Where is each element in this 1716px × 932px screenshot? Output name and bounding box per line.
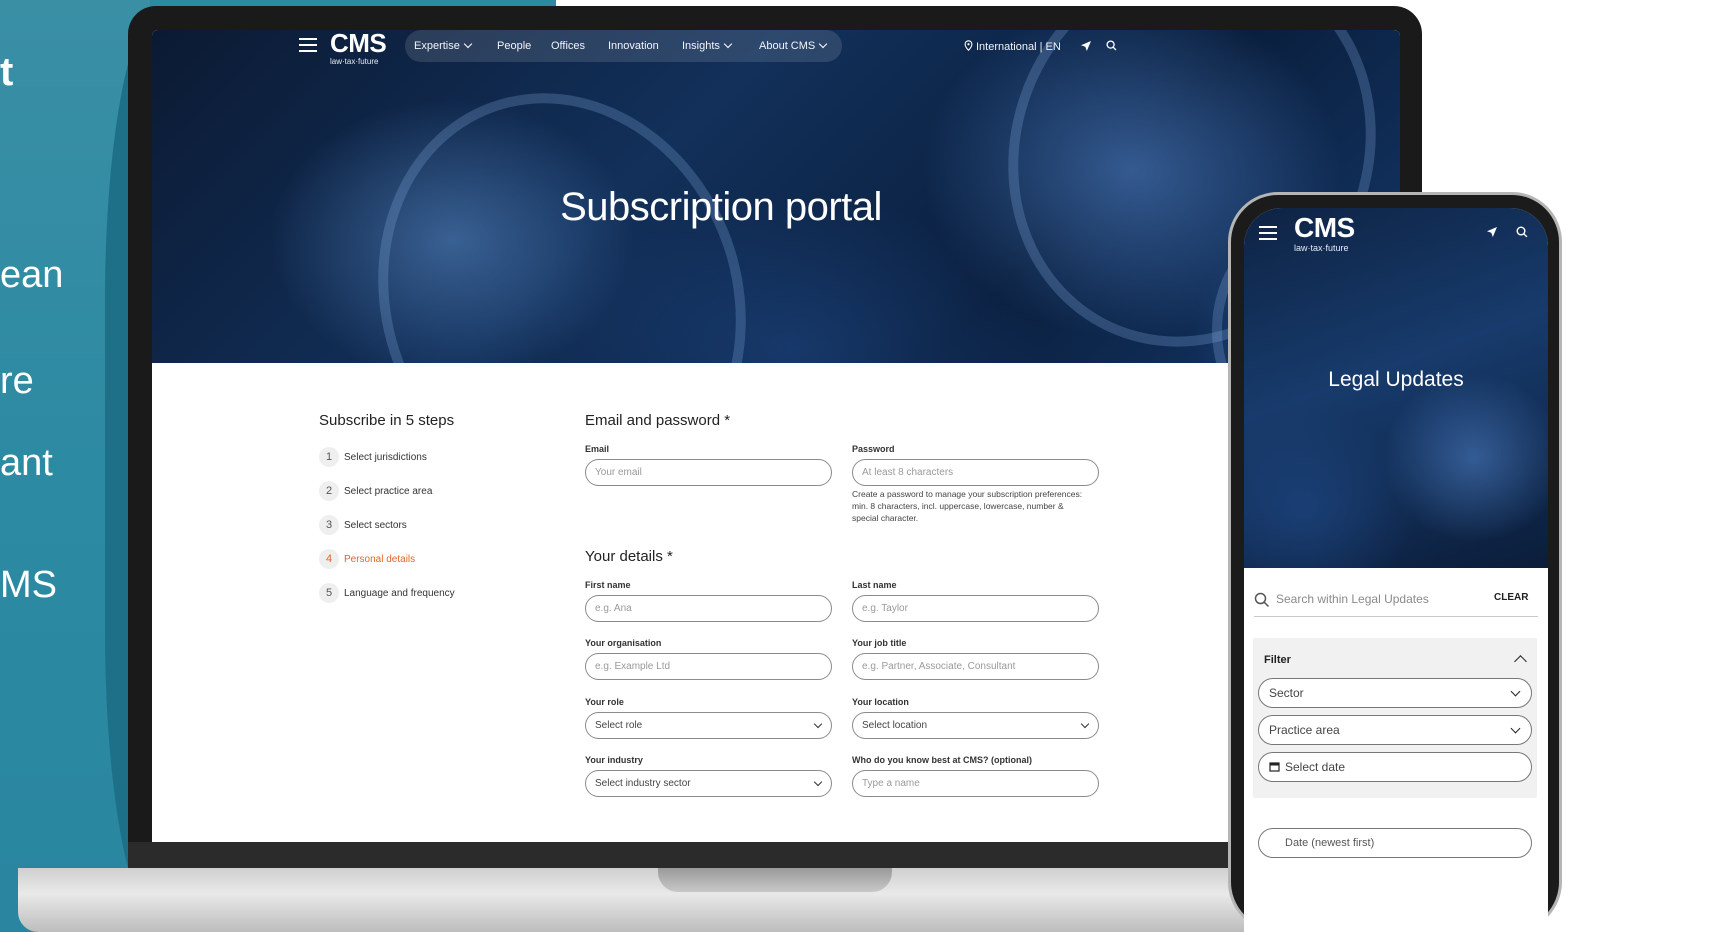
search-icon[interactable] [1106,40,1117,51]
password-field[interactable]: At least 8 characters [852,459,1099,486]
nav-item-insights[interactable]: Insights [682,39,733,52]
slide-text-fragment: re [0,360,34,402]
location-pin-icon [964,40,973,51]
phone-page-title: Legal Updates [1328,368,1464,391]
search-placeholder: Search within Legal Updates [1276,592,1429,606]
chevron-down-icon [813,777,823,787]
section-title-details: Your details * [585,548,673,565]
date-picker[interactable]: Select date [1258,752,1532,782]
organisation-field[interactable]: e.g. Example Ltd [585,653,832,680]
sort-select[interactable]: Date (newest first) [1258,828,1532,858]
password-help-text: Create a password to manage your subscri… [852,489,1083,523]
brand-name: CMS [1294,212,1355,243]
search-icon[interactable] [1516,226,1528,238]
location-select[interactable]: Select location [852,712,1099,739]
location-label: Your location [852,697,909,707]
sector-select[interactable]: Sector [1258,678,1532,708]
organisation-label: Your organisation [585,638,662,648]
top-navigation: CMS law·tax·future Expertise People Offi… [152,30,1400,94]
role-label: Your role [585,697,624,707]
contact-label: Who do you know best at CMS? (optional) [852,755,1032,765]
email-label: Email [585,444,610,454]
step-item[interactable]: 5 Language and frequency [319,583,455,603]
slide-text-fragment: MS [0,564,57,606]
cms-logo[interactable]: CMS law·tax·future [1294,212,1355,254]
slide-text-fragment: ean [0,254,64,296]
nav-item-about-cms[interactable]: About CMS [759,39,828,52]
page-title: Subscription portal [560,185,882,229]
hamburger-menu-icon[interactable] [1259,226,1277,240]
clear-button[interactable]: CLEAR [1494,592,1528,603]
phone-hero-banner: CMS law·tax·future Legal Updates [1244,208,1548,568]
step-number: 2 [319,481,339,501]
step-label: Select jurisdictions [344,452,427,463]
laptop-notch [658,868,892,892]
step-item[interactable]: 1 Select jurisdictions [319,447,427,467]
section-title-email: Email and password * [585,412,731,429]
calendar-icon [1269,762,1280,772]
laptop-screen: CMS law·tax·future Expertise People Offi… [152,30,1400,842]
first-name-field[interactable]: e.g. Ana [585,595,832,622]
step-number: 4 [319,549,339,569]
contact-field[interactable]: Type a name [852,770,1099,797]
hamburger-menu-icon[interactable] [299,38,317,52]
step-item[interactable]: 3 Select sectors [319,515,407,535]
chevron-down-icon [1080,719,1090,729]
chevron-down-icon [819,39,828,49]
cms-logo[interactable]: CMS law·tax·future [330,30,387,66]
brand-name: CMS [330,30,387,58]
steps-title: Subscribe in 5 steps [319,412,455,429]
brand-tagline: law·tax·future [1294,243,1349,253]
nav-item-offices[interactable]: Offices [551,40,585,52]
locale-selector[interactable]: International | EN [964,40,1061,53]
chevron-down-icon [813,719,823,729]
nav-item-innovation[interactable]: Innovation [608,40,659,52]
chevron-down-icon [463,39,473,49]
email-field[interactable]: Your email [585,459,832,486]
job-title-field[interactable]: e.g. Partner, Associate, Consultant [852,653,1099,680]
step-label: Select practice area [344,486,433,497]
step-item-active[interactable]: 4 Personal details [319,549,415,569]
step-number: 5 [319,583,339,603]
industry-select[interactable]: Select industry sector [585,770,832,797]
step-label: Personal details [344,554,416,565]
job-title-label: Your job title [852,638,907,648]
role-select[interactable]: Select role [585,712,832,739]
chevron-down-icon [1510,686,1521,697]
phone-screen: CMS law·tax·future Legal Updates Search … [1244,208,1548,932]
industry-label: Your industry [585,755,643,765]
subscription-form: Subscribe in 5 steps 1 Select jurisdictio… [152,363,1400,842]
hero-banner: CMS law·tax·future Expertise People Offi… [152,30,1400,559]
step-label: Language and frequency [344,588,455,599]
nav-item-people[interactable]: People [497,40,531,52]
search-icon [1254,592,1270,608]
brand-tagline: law·tax·future [330,57,379,66]
chevron-down-icon [1510,723,1521,734]
step-label: Select sectors [344,520,407,531]
send-icon[interactable] [1080,40,1092,52]
step-item[interactable]: 2 Select practice area [319,481,432,501]
nav-item-expertise[interactable]: Expertise [414,39,473,52]
first-name-label: First name [585,580,631,590]
step-number: 3 [319,515,339,535]
filter-title: Filter [1264,654,1291,666]
last-name-label: Last name [852,580,897,590]
password-label: Password [852,444,895,454]
last-name-field[interactable]: e.g. Taylor [852,595,1099,622]
practice-area-select[interactable]: Practice area [1258,715,1532,745]
step-number: 1 [319,447,339,467]
slide-text-fragment: t [0,50,14,94]
slide-text-fragment: ant [0,442,53,484]
send-icon[interactable] [1486,226,1498,238]
chevron-down-icon [723,39,733,49]
